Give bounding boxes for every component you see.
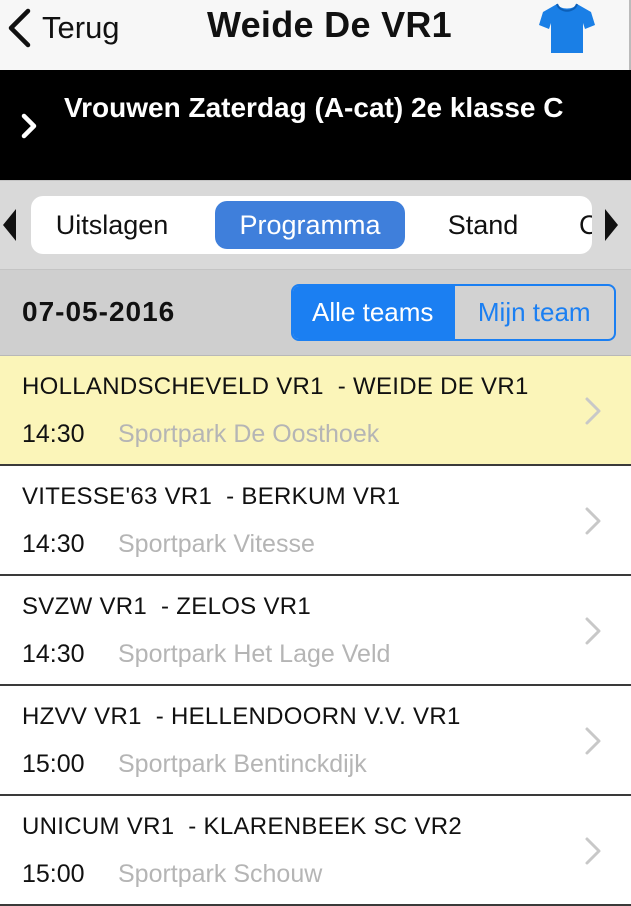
scroll-right-arrow-icon[interactable] [600, 206, 622, 244]
match-venue: Sportpark Schouw [118, 860, 323, 888]
away-team: KLARENBEEK SC VR2 [203, 813, 463, 840]
match-row[interactable]: UNICUM VR1 - KLARENBEEK SC VR2 15:00 Spo… [0, 796, 631, 906]
match-venue: Sportpark Bentinckdijk [118, 750, 367, 778]
navigation-bar: Terug Weide De VR1 [0, 0, 631, 70]
chevron-right-icon [585, 507, 601, 535]
match-row[interactable]: VITESSE'63 VR1 - BERKUM VR1 14:30 Sportp… [0, 466, 631, 576]
match-teams: HOLLANDSCHEVELD VR1 - WEIDE DE VR1 [22, 373, 529, 400]
team-filter-control: Alle teams Mijn team [291, 284, 616, 341]
chevron-right-icon [585, 837, 601, 865]
match-teams: HZVV VR1 - HELLENDOORN V.V. VR1 [22, 703, 461, 730]
team-shirt-icon[interactable] [539, 1, 595, 55]
tab-uitslagen[interactable]: Uitslagen [43, 201, 181, 249]
home-team: HOLLANDSCHEVELD VR1 [22, 373, 324, 400]
match-venue: Sportpark Het Lage Veld [118, 640, 391, 668]
home-team: HZVV VR1 [22, 703, 142, 730]
match-time: 14:30 [22, 420, 85, 448]
tab-programma[interactable]: Programma [215, 201, 405, 249]
match-teams: SVZW VR1 - ZELOS VR1 [22, 593, 312, 620]
competition-banner[interactable]: Vrouwen Zaterdag (A-cat) 2e klasse C [0, 70, 631, 180]
match-row[interactable]: SVZW VR1 - ZELOS VR1 14:30 Sportpark Het… [0, 576, 631, 686]
scroll-left-arrow-icon[interactable] [0, 206, 22, 244]
match-time: 15:00 [22, 750, 85, 778]
match-row[interactable]: HZVV VR1 - HELLENDOORN V.V. VR1 15:00 Sp… [0, 686, 631, 796]
chevron-right-icon [585, 617, 601, 645]
home-team: UNICUM VR1 [22, 813, 175, 840]
tab-clipped[interactable]: C [579, 201, 592, 249]
page-title: Weide De VR1 [206, 4, 453, 45]
match-row[interactable]: HOLLANDSCHEVELD VR1 - WEIDE DE VR1 14:30… [0, 356, 631, 466]
tab-stand[interactable]: Stand [431, 201, 535, 249]
match-venue: Sportpark Vitesse [118, 530, 315, 558]
filter-all-teams-button[interactable]: Alle teams [293, 286, 453, 339]
match-list: HOLLANDSCHEVELD VR1 - WEIDE DE VR1 14:30… [0, 356, 631, 906]
match-teams: UNICUM VR1 - KLARENBEEK SC VR2 [22, 813, 463, 840]
match-time: 14:30 [22, 640, 85, 668]
competition-name: Vrouwen Zaterdag (A-cat) 2e klasse C [64, 92, 564, 123]
tab-strip: Uitslagen Programma Stand C [0, 180, 631, 270]
away-team: BERKUM VR1 [241, 483, 401, 510]
match-date: 07-05-2016 [22, 296, 176, 327]
match-time: 14:30 [22, 530, 85, 558]
chevron-right-icon [585, 397, 601, 425]
match-venue: Sportpark De Oosthoek [118, 420, 380, 448]
match-time: 15:00 [22, 860, 85, 888]
tab-track: Uitslagen Programma Stand C [31, 196, 592, 254]
filter-my-team-button[interactable]: Mijn team [452, 286, 615, 339]
home-team: SVZW VR1 [22, 593, 148, 620]
home-team: VITESSE'63 VR1 [22, 483, 213, 510]
away-team: WEIDE DE VR1 [353, 373, 529, 400]
chevron-right-icon [21, 113, 37, 139]
chevron-right-icon [585, 727, 601, 755]
match-teams: VITESSE'63 VR1 - BERKUM VR1 [22, 483, 401, 510]
away-team: HELLENDOORN V.V. VR1 [170, 703, 461, 730]
date-bar: 07-05-2016 Alle teams Mijn team [0, 270, 631, 356]
away-team: ZELOS VR1 [176, 593, 312, 620]
